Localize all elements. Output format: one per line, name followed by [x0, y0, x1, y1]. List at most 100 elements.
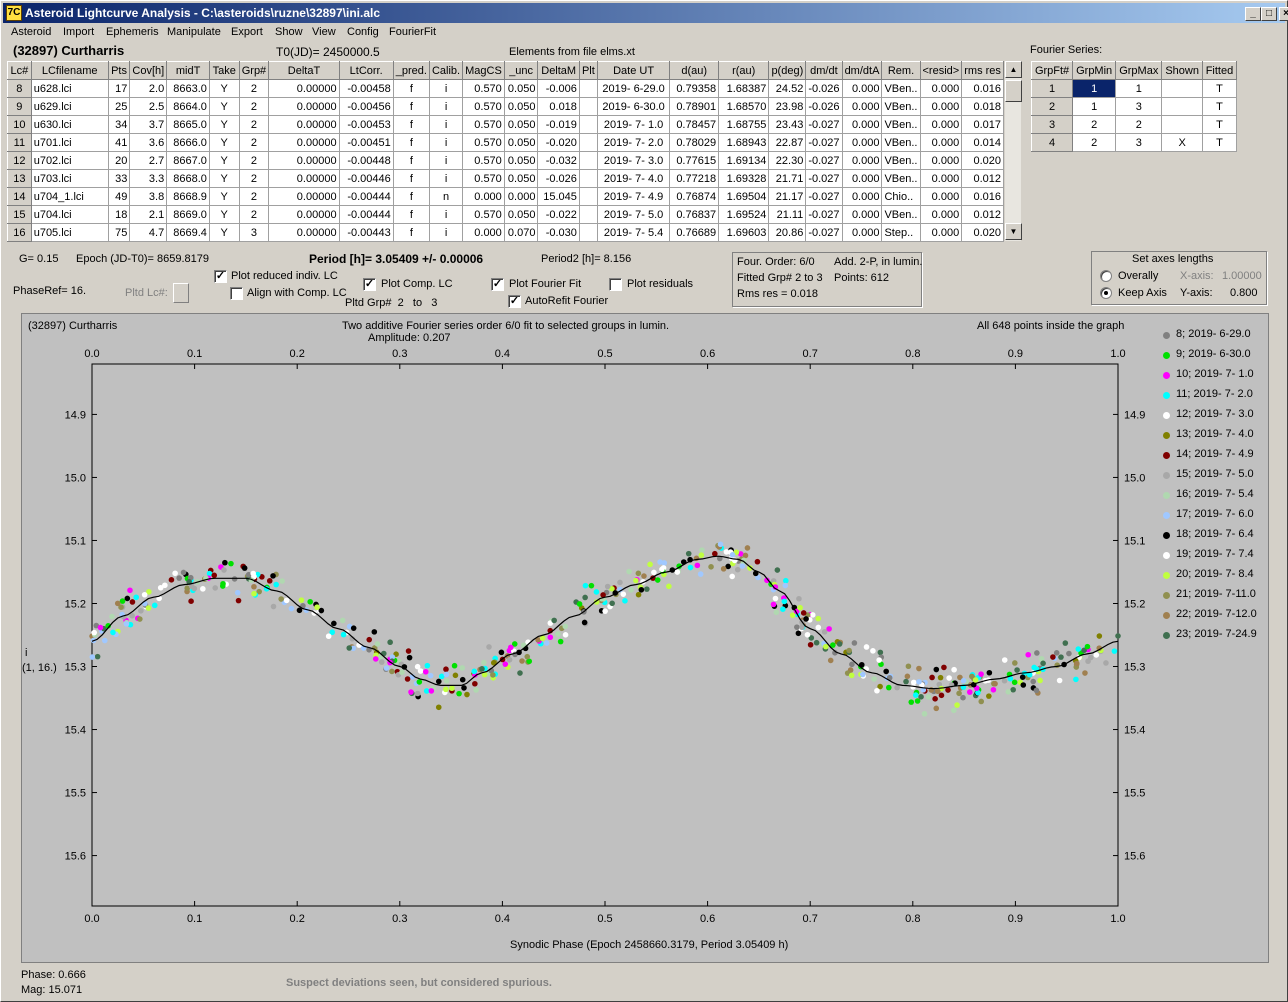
table-cell[interactable]: 0.570	[462, 205, 505, 224]
table-cell[interactable]: Y	[208, 115, 240, 134]
table-cell[interactable]: 14	[7, 187, 32, 206]
table-cell[interactable]: 0.050	[503, 133, 539, 152]
x-axis-value[interactable]: 1.00000	[1222, 270, 1262, 282]
lightcurve-table[interactable]: Lc# LCfilename Pts Cov[h] midT Take Grp# DeltaT…	[7, 61, 1004, 242]
table-cell[interactable]: VBen..	[881, 79, 921, 98]
table-cell[interactable]: i	[428, 115, 464, 134]
table-row[interactable]: 12 u702.lci 20 2.7 8667.0 Y 2 0.00000 -0.00448 f i…	[7, 151, 1004, 170]
table-cell[interactable]: 0.018	[961, 97, 1004, 116]
table-cell[interactable]: i	[428, 79, 464, 98]
table-cell[interactable]: 0.00000	[268, 79, 340, 98]
fourier-column-header[interactable]: Fitted	[1201, 61, 1238, 80]
column-header[interactable]: Cov[h]	[129, 61, 168, 80]
table-cell[interactable]: 0.050	[503, 115, 539, 134]
table-cell[interactable]: f	[392, 169, 430, 188]
table-cell[interactable]: u703.lci	[30, 169, 109, 188]
table-cell[interactable]: 0.012	[961, 169, 1004, 188]
table-cell[interactable]: -0.027	[805, 223, 843, 242]
table-cell[interactable]: 0.00000	[268, 205, 340, 224]
table-cell[interactable]: Y	[208, 97, 240, 116]
fourier-cell[interactable]: 2	[1072, 133, 1117, 152]
table-cell[interactable]: 11	[7, 133, 32, 152]
table-cell[interactable]: 2.5	[129, 97, 168, 116]
table-cell[interactable]	[578, 115, 598, 134]
column-header[interactable]: Grp#	[238, 61, 270, 80]
table-cell[interactable]: 23.43	[768, 115, 807, 134]
table-cell[interactable]: -0.019	[537, 115, 580, 134]
table-cell[interactable]: u704_1.lci	[30, 187, 109, 206]
table-cell[interactable]: VBen..	[881, 133, 921, 152]
fourier-cell[interactable]: 4	[1030, 133, 1074, 152]
table-cell[interactable]: 0.014	[961, 133, 1004, 152]
table-cell[interactable]: -0.032	[537, 151, 580, 170]
table-cell[interactable]: 0.77615	[669, 151, 720, 170]
table-cell[interactable]: -0.026	[537, 169, 580, 188]
table-cell[interactable]: 0.00000	[268, 97, 340, 116]
table-cell[interactable]: 15.045	[537, 187, 580, 206]
menu-export[interactable]: Export	[231, 26, 263, 38]
table-cell[interactable]: 0.000	[919, 223, 963, 242]
column-header[interactable]: <resid>	[919, 61, 963, 80]
table-cell[interactable]: 3.6	[129, 133, 168, 152]
table-cell[interactable]: 0.76689	[669, 223, 720, 242]
table-cell[interactable]: 0.570	[462, 133, 505, 152]
table-cell[interactable]: -0.027	[805, 133, 843, 152]
table-cell[interactable]: VBen..	[881, 97, 921, 116]
fourier-cell[interactable]: 2	[1030, 97, 1074, 116]
table-cell[interactable]: 21.11	[768, 205, 807, 224]
table-cell[interactable]: 8664.0	[166, 97, 210, 116]
table-cell[interactable]: 75	[107, 223, 131, 242]
table-cell[interactable]: 0.000	[841, 79, 883, 98]
table-cell[interactable]: 2	[238, 79, 270, 98]
table-cell[interactable]: 0.018	[537, 97, 580, 116]
overally-radio[interactable]	[1100, 270, 1112, 282]
table-cell[interactable]: f	[392, 115, 430, 134]
table-cell[interactable]: 0.000	[919, 151, 963, 170]
column-header[interactable]: Lc#	[7, 61, 32, 80]
scroll-down-button[interactable]: ▼	[1005, 223, 1022, 240]
table-cell[interactable]: -0.027	[805, 169, 843, 188]
table-cell[interactable]: -0.026	[805, 97, 843, 116]
table-cell[interactable]: 22.87	[768, 133, 807, 152]
table-cell[interactable]: 1.68387	[718, 79, 770, 98]
table-cell[interactable]: 2	[238, 115, 270, 134]
table-cell[interactable]: 0.000	[462, 187, 505, 206]
table-row[interactable]: 14 u704_1.lci 49 3.8 8668.9 Y 2 0.00000 -0.00444…	[7, 187, 1004, 206]
table-cell[interactable]: 0.000	[919, 97, 963, 116]
table-cell[interactable]: 4.7	[129, 223, 168, 242]
table-cell[interactable]: 0.00000	[268, 169, 340, 188]
table-cell[interactable]: -0.027	[805, 205, 843, 224]
fourier-cell[interactable]: 3	[1115, 133, 1163, 152]
fourier-column-header[interactable]: GrpFt#	[1030, 61, 1074, 80]
table-cell[interactable]	[578, 151, 598, 170]
table-cell[interactable]: u629.lci	[30, 97, 109, 116]
fourier-cell[interactable]: 2	[1115, 115, 1163, 134]
table-cell[interactable]: VBen..	[881, 205, 921, 224]
fourier-cell[interactable]: 1	[1115, 79, 1163, 98]
fourier-cell[interactable]: T	[1201, 97, 1238, 116]
table-cell[interactable]: 0.78457	[669, 115, 720, 134]
table-cell[interactable]: 0.000	[841, 115, 883, 134]
table-cell[interactable]: 13	[7, 169, 32, 188]
table-row[interactable]: 9 u629.lci 25 2.5 8664.0 Y 2 0.00000 -0.00456 f i 0…	[7, 97, 1004, 116]
table-cell[interactable]: 34	[107, 115, 131, 134]
table-cell[interactable]: 0.000	[841, 151, 883, 170]
menu-manipulate[interactable]: Manipulate	[167, 26, 221, 38]
table-row[interactable]: 16 u705.lci 75 4.7 8669.4 Y 3 0.00000 -0.00443 f i…	[7, 223, 1004, 242]
table-cell[interactable]: 8666.0	[166, 133, 210, 152]
table-cell[interactable]: 0.570	[462, 169, 505, 188]
table-cell[interactable]	[578, 187, 598, 206]
table-cell[interactable]: 8	[7, 79, 32, 98]
table-cell[interactable]: 3.7	[129, 115, 168, 134]
table-cell[interactable]: 2	[238, 151, 270, 170]
table-row[interactable]: 11 u701.lci 41 3.6 8666.0 Y 2 0.00000 -0.00451 f i…	[7, 133, 1004, 152]
table-cell[interactable]: -0.026	[805, 79, 843, 98]
table-cell[interactable]: 2019- 7- 4.0	[596, 169, 671, 188]
table-cell[interactable]: 8669.4	[166, 223, 210, 242]
table-cell[interactable]: i	[428, 223, 464, 242]
menu-fourierfit[interactable]: FourierFit	[389, 26, 436, 38]
menu-show[interactable]: Show	[275, 26, 303, 38]
table-cell[interactable]	[578, 223, 598, 242]
table-cell[interactable]: 8663.0	[166, 79, 210, 98]
table-cell[interactable]: 20.86	[768, 223, 807, 242]
